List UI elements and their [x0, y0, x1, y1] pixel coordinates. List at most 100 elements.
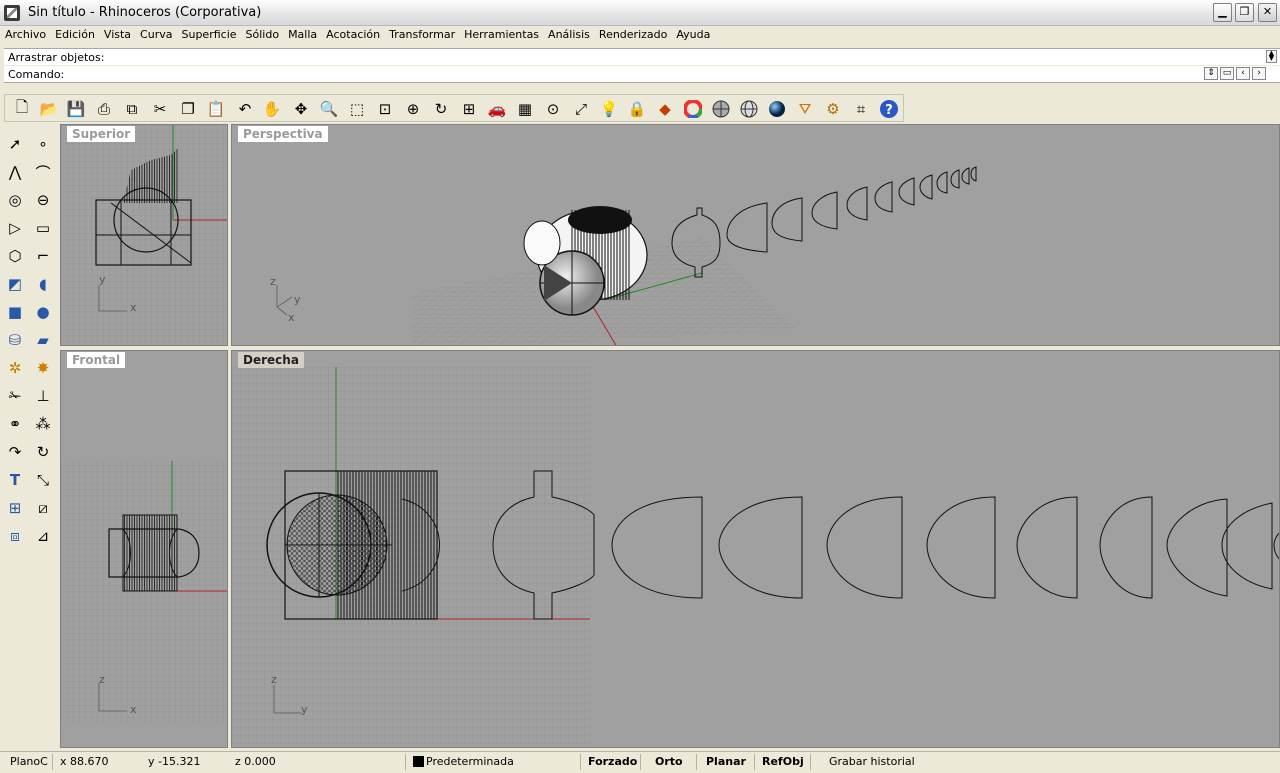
menu-renderizado[interactable]: Renderizado	[594, 26, 671, 41]
cut-icon[interactable]: ✂	[149, 98, 171, 120]
viewport-front[interactable]: Frontal z x	[60, 350, 228, 748]
close-button[interactable]: ✕	[1258, 3, 1277, 22]
menu-superficie[interactable]: Superficie	[176, 26, 240, 41]
status-layer[interactable]: Predeterminada	[426, 755, 514, 768]
viewport-top-label[interactable]: Superior	[67, 126, 136, 142]
menu-edicion[interactable]: Edición	[50, 26, 99, 41]
zoom-extents-icon[interactable]: ⊡	[374, 98, 396, 120]
light-bulb-icon[interactable]: 💡	[598, 98, 620, 120]
arc-icon[interactable]: ▷	[3, 216, 27, 240]
trim-icon[interactable]: ✁	[3, 384, 27, 408]
viewport-front-label[interactable]: Frontal	[67, 352, 126, 368]
point-icon[interactable]: ∘	[31, 132, 55, 156]
menu-analisis[interactable]: Análisis	[543, 26, 594, 41]
pan-hand-icon[interactable]: ✋	[261, 98, 283, 120]
zoom-window-icon[interactable]: ⬚	[346, 98, 368, 120]
viewport-perspective[interactable]: Perspectiva z y x	[231, 124, 1280, 346]
box-icon[interactable]: ■	[3, 300, 27, 324]
group-icon[interactable]: ⁂	[31, 412, 55, 436]
lock-icon[interactable]: 🔒	[626, 98, 648, 120]
status-snap-toggle[interactable]: Forzado	[588, 755, 637, 768]
mirror-icon[interactable]: ⧄	[31, 496, 55, 520]
options-icon[interactable]: ⌗	[850, 98, 872, 120]
scale-icon[interactable]: ⤡	[31, 468, 55, 492]
text-icon[interactable]: T	[3, 468, 27, 492]
viewport-right-label[interactable]: Derecha	[238, 352, 304, 368]
undo-icon[interactable]: ↶	[234, 98, 256, 120]
car-icon[interactable]: 🚗	[486, 98, 508, 120]
array-icon[interactable]: ⊞	[3, 496, 27, 520]
status-history-toggle[interactable]: Grabar historial	[829, 755, 915, 768]
menu-transformar[interactable]: Transformar	[384, 26, 459, 41]
status-plane[interactable]: PlanoC	[10, 755, 48, 768]
command-spin-icon[interactable]: ⇕	[1204, 67, 1218, 80]
curve-icon[interactable]: ⌒	[31, 160, 55, 184]
paste-icon[interactable]: 📋	[205, 98, 227, 120]
zoom-icon[interactable]: 🔍	[318, 98, 340, 120]
viewport-perspective-label[interactable]: Perspectiva	[238, 126, 328, 142]
plane-surface-icon[interactable]: ▰	[31, 328, 55, 352]
rectangle-icon[interactable]: ▭	[31, 216, 55, 240]
circle-icon[interactable]: ◎	[3, 188, 27, 212]
help-icon[interactable]: ?	[878, 98, 900, 120]
history-scroll-icon[interactable]: ▲ ▼	[1266, 50, 1277, 63]
status-ortho-toggle[interactable]: Orto	[655, 755, 683, 768]
command-back-icon[interactable]: ‹	[1236, 67, 1250, 80]
grid-plane-icon[interactable]: ▦	[514, 98, 536, 120]
rhino-app-icon[interactable]	[4, 5, 20, 21]
ellipse-icon[interactable]: ⊖	[31, 188, 55, 212]
import-icon[interactable]: ⧉	[121, 98, 143, 120]
sphere-icon[interactable]: ●	[31, 300, 55, 324]
explode-icon[interactable]: ✸	[31, 356, 55, 380]
split-icon[interactable]: ⊥	[31, 384, 55, 408]
cube-icon[interactable]: ⧈	[3, 524, 27, 548]
loft-icon[interactable]: ◖	[31, 272, 55, 296]
layer-icon[interactable]: ◆	[654, 98, 676, 120]
menu-curva[interactable]: Curva	[135, 26, 176, 41]
menu-herramientas[interactable]: Herramientas	[459, 26, 543, 41]
menu-ayuda[interactable]: Ayuda	[671, 26, 714, 41]
status-osnap-toggle[interactable]: RefObj	[762, 755, 804, 768]
four-viewports-icon[interactable]: ⊞	[458, 98, 480, 120]
print-icon[interactable]: ⎙	[93, 98, 115, 120]
layer-color-swatch[interactable]	[413, 756, 424, 767]
new-file-icon[interactable]: 🗋	[11, 98, 33, 120]
curve-tool-icon[interactable]: ↷	[3, 440, 27, 464]
rotate-icon[interactable]: ↻	[31, 440, 55, 464]
copy-icon[interactable]: ❐	[177, 98, 199, 120]
minimize-button[interactable]: ▁	[1213, 3, 1232, 22]
command-dropdown-icon[interactable]: ▭	[1220, 67, 1234, 80]
viewport-top[interactable]: Superior y x	[60, 124, 228, 346]
redo-view-icon[interactable]: ↻	[430, 98, 452, 120]
shaded-sphere-icon[interactable]	[710, 98, 732, 120]
save-icon[interactable]: 💾	[65, 98, 87, 120]
menu-vista[interactable]: Vista	[99, 26, 135, 41]
polygon-icon[interactable]: ⬡	[3, 244, 27, 268]
viewport-right[interactable]: Derecha z y	[231, 350, 1280, 748]
status-planar-toggle[interactable]: Planar	[706, 755, 746, 768]
fillet-icon[interactable]: ⌐	[31, 244, 55, 268]
menu-acotacion[interactable]: Acotación	[321, 26, 384, 41]
lasso-icon[interactable]: ⛛	[794, 98, 816, 120]
gear-solid-icon[interactable]: ✲	[3, 356, 27, 380]
zoom-selected-icon[interactable]: ⊕	[402, 98, 424, 120]
open-folder-icon[interactable]: 📂	[38, 98, 60, 120]
osnap-icon[interactable]: ⊙	[542, 98, 564, 120]
surface-icon[interactable]: ◩	[3, 272, 27, 296]
dim-icon[interactable]: ⊿	[31, 524, 55, 548]
menu-archivo[interactable]: Archivo	[0, 26, 50, 41]
wire-sphere-icon[interactable]	[738, 98, 760, 120]
boolean-icon[interactable]: ⚭	[3, 412, 27, 436]
extrude-icon[interactable]: ⛁	[3, 328, 27, 352]
gear-icon[interactable]: ⚙	[822, 98, 844, 120]
color-wheel-icon[interactable]	[682, 98, 704, 120]
menu-solido[interactable]: Sólido	[241, 26, 284, 41]
rotate-view-icon[interactable]: ✥	[290, 98, 312, 120]
select-arrow-icon[interactable]: ➚	[3, 132, 27, 156]
gumball-icon[interactable]: ⤢	[570, 98, 592, 120]
polyline-icon[interactable]: ⋀	[3, 160, 27, 184]
render-sphere-icon[interactable]	[766, 98, 788, 120]
restore-button[interactable]: ❐	[1235, 3, 1254, 22]
command-forward-icon[interactable]: ›	[1252, 67, 1266, 80]
menu-malla[interactable]: Malla	[283, 26, 321, 41]
